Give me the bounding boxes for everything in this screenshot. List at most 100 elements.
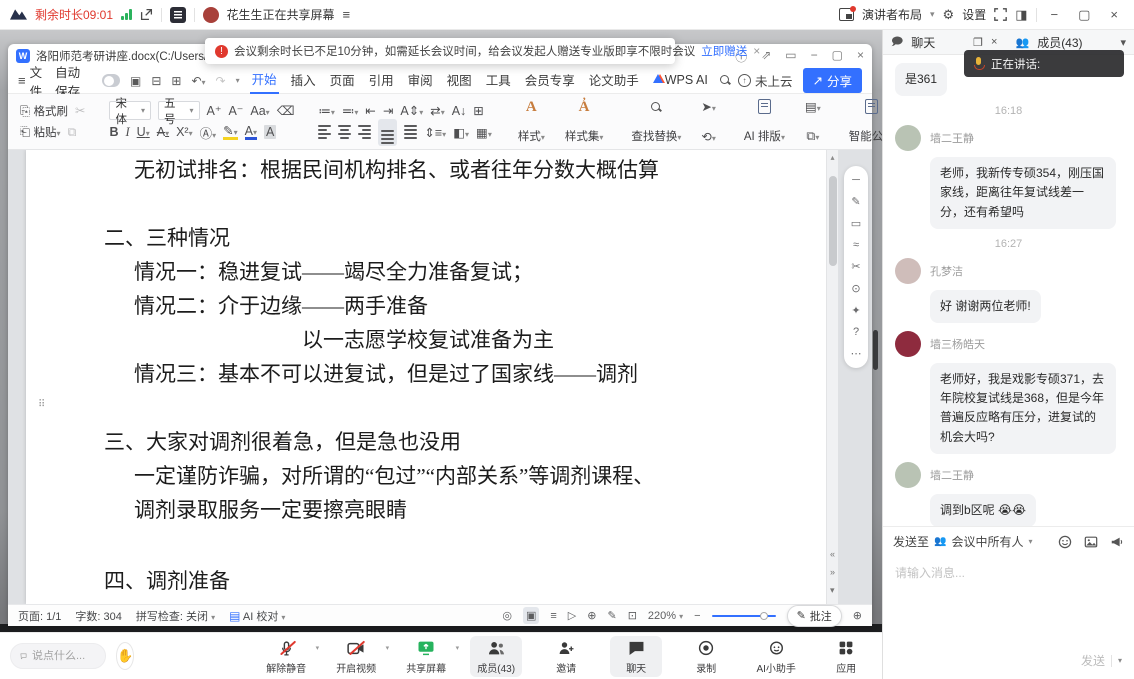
pen-icon[interactable]: ✎ xyxy=(851,195,860,208)
members-expand-icon[interactable]: ▾ xyxy=(1120,36,1126,49)
highlight-color-icon[interactable]: ✎▾ xyxy=(223,125,238,141)
tab-review[interactable]: 审阅 xyxy=(406,68,435,93)
border-icon[interactable]: ▦▾ xyxy=(476,125,492,140)
paste-button[interactable]: ⎗ 粘贴▾ xyxy=(20,124,61,140)
text-effects-icon[interactable]: Aa▾ xyxy=(250,104,269,118)
help-icon[interactable]: ? xyxy=(853,326,859,338)
sort-icon[interactable]: A↓ xyxy=(452,104,467,118)
send-target-select[interactable]: 会议中所有人 xyxy=(951,533,1023,550)
paragraph-drag-handle-icon[interactable]: ⠿ xyxy=(38,402,50,418)
underline-icon[interactable]: U▾ xyxy=(137,125,150,139)
style-button[interactable]: A 样式▾ xyxy=(512,98,551,145)
tab-tools[interactable]: 工具 xyxy=(484,68,513,93)
tab-home[interactable]: 开始 xyxy=(250,67,279,94)
present-icon[interactable]: ▭ xyxy=(785,48,796,65)
text-tool-button[interactable]: ▤▾ ⧉▾ xyxy=(799,98,827,145)
next-page-icon[interactable]: » xyxy=(830,567,835,577)
layout-button[interactable]: 演讲者布局 xyxy=(862,6,922,23)
word-count-label[interactable]: 字数: 304 xyxy=(75,608,121,624)
font-decrease-icon[interactable]: A⁻ xyxy=(228,103,243,118)
page-view-icon[interactable]: ▣ xyxy=(523,607,539,624)
share-user-icon[interactable]: ⇗ xyxy=(761,48,771,65)
wps-close-button[interactable]: × xyxy=(857,48,864,65)
style-set-button[interactable]: A̓ 样式集▾ xyxy=(559,98,610,145)
undo-icon[interactable]: ↶▾ xyxy=(191,74,205,88)
indent-icon[interactable]: ⇥ xyxy=(383,103,393,118)
cloud-status[interactable]: ↑未上云 xyxy=(738,71,793,90)
align-center-icon[interactable] xyxy=(338,125,351,139)
popout-share-icon[interactable] xyxy=(140,8,153,21)
banner-close-icon[interactable]: × xyxy=(753,44,760,58)
text-direction-icon[interactable]: A⇕▾ xyxy=(400,103,423,118)
font-color-icon[interactable]: A▾ xyxy=(245,125,257,141)
select-region-icon[interactable]: ▭ xyxy=(851,217,861,230)
char-grid-icon[interactable]: ⊞ xyxy=(473,103,483,118)
settings-button[interactable]: 设置 xyxy=(962,6,986,23)
save-icon[interactable]: ▣ xyxy=(130,74,141,88)
ink-icon[interactable]: ✎ xyxy=(607,609,616,622)
italic-icon[interactable]: I xyxy=(126,125,130,140)
ai-helper-button[interactable]: AI小助手 xyxy=(750,636,802,677)
megaphone-icon[interactable] xyxy=(1110,535,1124,549)
outdent-icon[interactable]: ⇤ xyxy=(365,103,375,118)
number-list-icon[interactable]: ≕▾ xyxy=(342,103,359,118)
bullet-list-icon[interactable]: ≔▾ xyxy=(318,103,335,118)
unmute-button[interactable]: 解除静音▾ xyxy=(260,636,312,677)
output-icon[interactable]: ⊟ xyxy=(151,74,161,88)
web-view-icon[interactable]: ⊕ xyxy=(587,609,596,622)
share-screen-button[interactable]: 共享屏幕▾ xyxy=(400,636,452,677)
superscript-icon[interactable]: X²▾ xyxy=(176,125,193,139)
align-left-icon[interactable] xyxy=(318,125,331,139)
format-painter-button[interactable]: ⎘ 格式刷 xyxy=(20,103,68,119)
collapse-icon[interactable]: ─ xyxy=(852,174,860,186)
image-icon[interactable] xyxy=(1084,535,1098,549)
fit-page-icon[interactable]: ⊡ xyxy=(628,609,637,622)
wps-restore-button[interactable]: ▢ xyxy=(832,48,843,65)
target-icon[interactable]: ⊙ xyxy=(851,282,860,295)
tab-chat[interactable]: 聊天 xyxy=(911,34,935,51)
chevron-down-icon[interactable]: ▾ xyxy=(236,76,240,85)
clear-format-icon[interactable]: ⌫ xyxy=(277,103,295,118)
tab-page[interactable]: 页面 xyxy=(328,68,357,93)
popout-icon[interactable]: ❐ xyxy=(973,36,983,49)
zoom-fit-icon[interactable]: ⊕ xyxy=(853,609,862,622)
sharing-detail-icon[interactable]: ≡ xyxy=(343,7,351,22)
chat-close-icon[interactable]: × xyxy=(991,36,997,48)
find-replace-button[interactable]: 查找替换▾ xyxy=(625,98,687,145)
wps-share-button[interactable]: ↗分享 xyxy=(803,68,863,93)
line-spacing-icon[interactable]: ⇕≡▾ xyxy=(424,125,446,140)
font-size-select[interactable]: 五号▾ xyxy=(158,101,200,120)
autosave-toggle[interactable] xyxy=(102,74,120,87)
fullscreen-icon[interactable] xyxy=(994,8,1007,21)
char-shading-icon[interactable]: A xyxy=(264,125,276,139)
close-button[interactable]: × xyxy=(1104,7,1124,22)
members-button[interactable]: 成员(43) xyxy=(470,636,522,677)
wps-minimize-button[interactable]: − xyxy=(811,48,818,65)
tab-members[interactable]: 成员(43) xyxy=(1037,34,1082,51)
select-tool-button[interactable]: ➤▾ ⟲▾ xyxy=(695,98,722,145)
tab-view[interactable]: 视图 xyxy=(445,68,474,93)
search-icon[interactable] xyxy=(720,75,728,86)
document-page[interactable]: 无初试排名：根据民间机构排名、或者往年分数大概估算 二、三种情况 情况一：稳进复… xyxy=(26,150,826,604)
tab-wps-ai[interactable]: WPS AI xyxy=(651,71,710,91)
shared-doc-icon[interactable] xyxy=(170,7,186,23)
ai-proof-button[interactable]: ▤ AI 校对 ▾ xyxy=(229,608,285,624)
chat-button[interactable]: 聊天 xyxy=(610,636,662,677)
zoom-level-label[interactable]: 220% ▾ xyxy=(648,610,683,622)
smart-doc-button[interactable]: 智能公文 xyxy=(843,98,882,145)
maximize-button[interactable]: ▢ xyxy=(1072,7,1096,23)
print-icon[interactable]: ⊞ xyxy=(171,74,181,88)
shading-icon[interactable]: ◧▾ xyxy=(453,125,469,140)
cut-icon[interactable]: ✂ xyxy=(75,103,85,118)
sparkle-icon[interactable]: ✦ xyxy=(851,304,860,317)
quick-say-input[interactable] xyxy=(32,650,96,662)
side-panel-toggle-icon[interactable]: ◨ xyxy=(1015,7,1027,23)
tab-insert[interactable]: 插入 xyxy=(289,68,318,93)
font-name-select[interactable]: 宋体▾ xyxy=(109,101,151,120)
font-increase-icon[interactable]: A⁺ xyxy=(207,103,222,118)
tab-member[interactable]: 会员专享 xyxy=(523,68,577,93)
redo-icon[interactable]: ↷ xyxy=(216,74,226,88)
emoji-icon[interactable] xyxy=(1058,535,1072,549)
scroll-thumb[interactable] xyxy=(829,176,837,266)
document-scrollbar[interactable]: ▴ « » ▾ xyxy=(826,150,838,604)
